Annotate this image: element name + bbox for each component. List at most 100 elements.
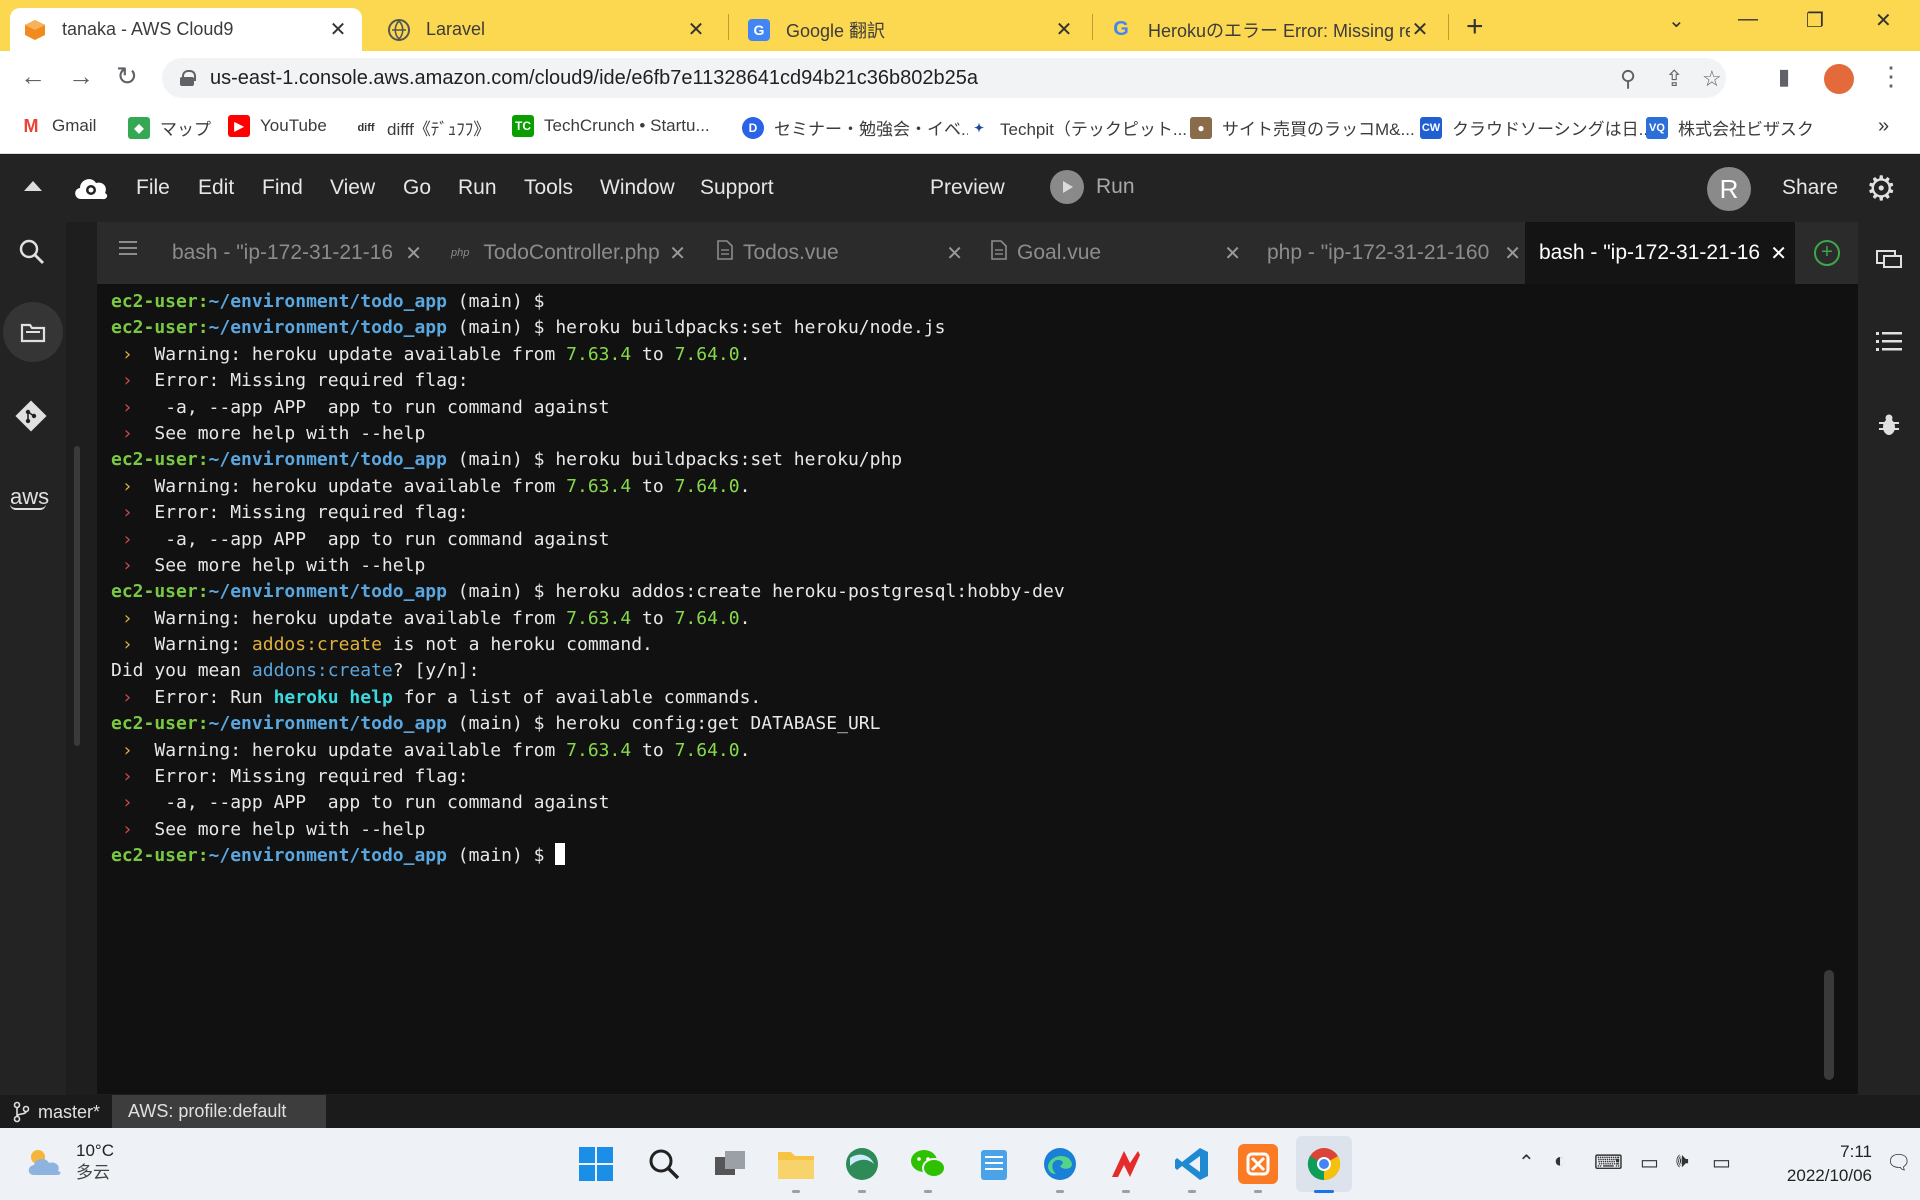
- user-avatar[interactable]: R: [1707, 167, 1751, 211]
- menu-go[interactable]: Go: [403, 176, 431, 200]
- git-icon[interactable]: [15, 400, 47, 439]
- editor-tab-php[interactable]: php - "ip-172-31-21-160 ✕: [1255, 222, 1529, 284]
- settings-gear-icon[interactable]: ⚙: [1866, 169, 1896, 209]
- browser-tab-heroku-error[interactable]: G Herokuのエラー Error: Missing requ ✕: [1096, 8, 1444, 51]
- show-hidden-icons-icon[interactable]: ⌃: [1518, 1150, 1535, 1175]
- forward-icon[interactable]: →: [68, 61, 94, 92]
- bookmark-visasq[interactable]: VQ 株式会社ビザスク: [1646, 115, 1814, 140]
- side-panel-icon[interactable]: ▮: [1778, 64, 1790, 90]
- browser-tab-cloud9[interactable]: tanaka - AWS Cloud9 ✕: [10, 8, 362, 51]
- close-tab-icon[interactable]: ✕: [669, 241, 686, 266]
- close-tab-icon[interactable]: ✕: [1224, 241, 1241, 266]
- new-tab-plus-icon[interactable]: +: [1814, 240, 1840, 266]
- editor-tab-goal-vue[interactable]: Goal.vue ✕: [981, 222, 1249, 284]
- environment-panel-button[interactable]: [3, 302, 63, 362]
- debugger-bug-icon[interactable]: [1878, 412, 1900, 444]
- close-tab-icon[interactable]: ✕: [1410, 17, 1430, 42]
- file-explorer-icon[interactable]: [776, 1144, 816, 1184]
- xampp-icon[interactable]: [1238, 1144, 1278, 1184]
- edge-icon[interactable]: [1040, 1144, 1080, 1184]
- editor-tab-bash-active[interactable]: bash - "ip-172-31-21-16 ✕: [1525, 222, 1795, 284]
- menu-edit[interactable]: Edit: [198, 176, 234, 200]
- menu-tools[interactable]: Tools: [524, 176, 573, 200]
- collaborate-icon[interactable]: [1875, 246, 1903, 278]
- notepad-icon[interactable]: [974, 1144, 1014, 1184]
- back-icon[interactable]: ←: [20, 61, 46, 92]
- menu-find[interactable]: Find: [262, 176, 303, 200]
- bookmark-crowdworks[interactable]: CW クラウドソーシングは日...: [1420, 115, 1653, 140]
- share-button[interactable]: Share: [1782, 176, 1838, 200]
- bookmark-youtube[interactable]: ▶ YouTube: [228, 115, 327, 137]
- bookmark-star-icon[interactable]: ☆: [1702, 66, 1722, 92]
- menu-support[interactable]: Support: [700, 176, 774, 200]
- menu-view[interactable]: View: [330, 176, 375, 200]
- menu-window[interactable]: Window: [600, 176, 675, 200]
- outline-icon[interactable]: [1876, 328, 1902, 360]
- wechat-icon[interactable]: [908, 1144, 948, 1184]
- browser-menu-icon[interactable]: ⋮: [1878, 61, 1904, 92]
- bookmark-techcrunch[interactable]: TC TechCrunch • Startu...: [512, 115, 710, 137]
- browser-tab-laravel[interactable]: Laravel ✕: [374, 8, 720, 51]
- more-bookmarks-icon[interactable]: »: [1878, 115, 1889, 138]
- windows-start-icon[interactable]: [576, 1144, 616, 1184]
- tab-list-icon[interactable]: [119, 240, 137, 261]
- bookmark-difff[interactable]: diff difff《ﾃﾞｭﾌﾌ》: [355, 115, 490, 140]
- close-tab-icon[interactable]: ✕: [1054, 17, 1074, 42]
- restore-icon[interactable]: ❐: [1806, 8, 1824, 33]
- zoom-icon[interactable]: ⚲: [1620, 66, 1636, 92]
- display-icon[interactable]: ▭: [1640, 1150, 1659, 1175]
- notifications-icon[interactable]: 🗨: [1886, 1150, 1911, 1175]
- address-bar[interactable]: us-east-1.console.aws.amazon.com/cloud9/…: [162, 58, 1726, 98]
- terminal-scrollbar[interactable]: [1824, 970, 1834, 1080]
- minimize-icon[interactable]: —: [1738, 8, 1758, 31]
- run-button[interactable]: Run: [1050, 170, 1135, 204]
- keyboard-icon[interactable]: ⌨: [1594, 1150, 1623, 1175]
- close-tab-icon[interactable]: ✕: [328, 17, 348, 42]
- weather-widget[interactable]: 10°C 多云: [24, 1140, 114, 1184]
- bookmark-maps[interactable]: ◆ マップ: [128, 115, 211, 140]
- task-view-icon[interactable]: [710, 1144, 750, 1184]
- bookmark-techpit[interactable]: ✦ Techpit（テックピット...: [968, 115, 1187, 140]
- menu-file[interactable]: File: [136, 176, 170, 200]
- bookmark-seminar[interactable]: D セミナー・勉強会・イベ...: [742, 115, 975, 140]
- battery-icon[interactable]: ▭: [1712, 1150, 1731, 1175]
- close-tab-icon[interactable]: ✕: [1770, 241, 1787, 266]
- bookmark-rakko[interactable]: ● サイト売買のラッコM&...: [1190, 115, 1415, 140]
- wps-office-icon[interactable]: [1106, 1144, 1146, 1184]
- tab-label: bash - "ip-172-31-21-16: [1539, 241, 1761, 264]
- network-status-icon[interactable]: ◐: [1554, 1150, 1566, 1173]
- editor-tab-bash-1[interactable]: bash - "ip-172-31-21-16 ✕: [152, 222, 430, 284]
- browser-app-icon[interactable]: [842, 1144, 882, 1184]
- new-tab-icon[interactable]: +: [1466, 10, 1484, 44]
- clock[interactable]: 7:11 2022/10/06: [1762, 1140, 1872, 1188]
- git-branch-status[interactable]: master*: [12, 1101, 100, 1123]
- aws-logo-icon[interactable]: aws: [10, 484, 49, 510]
- chrome-icon[interactable]: [1304, 1144, 1344, 1184]
- taskbar-search-icon[interactable]: [644, 1144, 684, 1184]
- reload-icon[interactable]: ↻: [116, 61, 138, 92]
- close-tab-icon[interactable]: ✕: [946, 241, 963, 266]
- cloud9-logo-icon[interactable]: [72, 173, 110, 208]
- volume-icon[interactable]: 🕪: [1676, 1150, 1689, 1173]
- close-tab-icon[interactable]: ✕: [686, 17, 706, 42]
- sidebar-scrollbar[interactable]: [74, 446, 80, 746]
- editor-tab-todos-vue[interactable]: Todos.vue ✕: [707, 222, 971, 284]
- terminal-prompt-line[interactable]: ec2-user:~/environment/todo_app (main) $: [111, 843, 1065, 869]
- address-url[interactable]: us-east-1.console.aws.amazon.com/cloud9/…: [210, 67, 978, 90]
- vscode-icon[interactable]: [1172, 1144, 1212, 1184]
- menu-run[interactable]: Run: [458, 176, 497, 200]
- terminal-panel[interactable]: ec2-user:~/environment/todo_app (main) $…: [97, 284, 1858, 1094]
- browser-tab-google-translate[interactable]: G Google 翻訳 ✕: [734, 8, 1088, 51]
- ide-status-bar: master* AWS: profile:default: [0, 1095, 1920, 1128]
- profile-avatar[interactable]: [1824, 64, 1854, 94]
- tab-search-icon[interactable]: ⌄: [1668, 8, 1685, 33]
- close-tab-icon[interactable]: ✕: [1504, 241, 1521, 266]
- preview-button[interactable]: Preview: [930, 176, 1005, 200]
- collapse-menu-icon[interactable]: [24, 181, 42, 191]
- bookmark-gmail[interactable]: M Gmail: [20, 115, 96, 137]
- editor-tab-todocontroller[interactable]: php TodoController.php ✕: [437, 222, 694, 284]
- close-window-icon[interactable]: ✕: [1875, 8, 1892, 33]
- close-tab-icon[interactable]: ✕: [405, 241, 422, 266]
- share-icon[interactable]: ⇪: [1665, 66, 1683, 92]
- search-icon[interactable]: [18, 238, 46, 273]
